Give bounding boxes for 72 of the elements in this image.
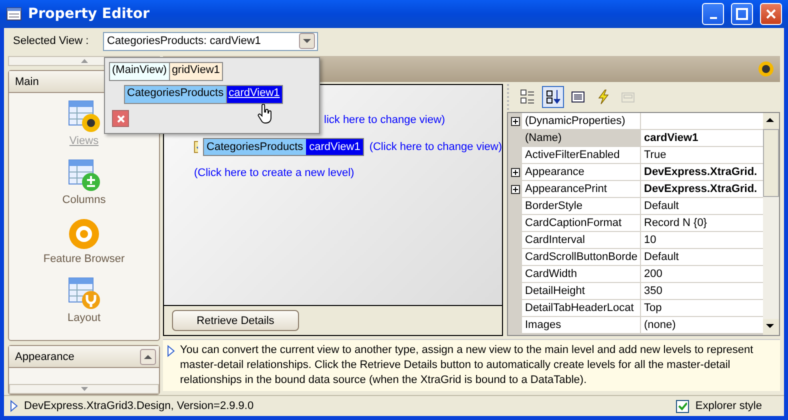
property-name[interactable]: ActiveFilterEnabled [522, 147, 641, 163]
property-value: cardView1 [641, 130, 763, 146]
minimize-icon [710, 17, 716, 19]
change-view-link[interactable]: (Click here to change view) [369, 140, 502, 152]
explorer-style-checkbox[interactable] [676, 400, 690, 412]
property-value: True [641, 147, 763, 163]
maximize-button[interactable] [731, 3, 753, 25]
property-value: 10 [641, 232, 763, 248]
view-cell[interactable]: cardView1 [306, 138, 364, 154]
sort-alphabetical-icon[interactable] [542, 86, 564, 108]
property-value: Top [641, 300, 763, 316]
change-view-link[interactable]: lick here to change view) [324, 114, 446, 126]
property-name[interactable]: DetailTabHeaderLocat [522, 300, 641, 316]
grid-eye-icon[interactable] [67, 99, 101, 133]
hand-cursor-icon [257, 104, 273, 124]
property-value: 200 [641, 266, 763, 282]
retrieve-details-button[interactable]: Retrieve Details [172, 310, 299, 331]
status-text: DevExpress.XtraGrid3.Design, Version=2.9.9.0 [24, 400, 254, 412]
expand-icon[interactable] [510, 184, 520, 194]
minimize-button[interactable] [702, 3, 724, 25]
view-option[interactable]: gridView1 [170, 62, 223, 81]
view-option[interactable]: CategoriesProducts [124, 85, 227, 104]
view-option[interactable]: cardView1 [226, 85, 283, 104]
property-name[interactable]: Appearance [522, 164, 641, 180]
description-text: You can convert the current view to another type, assign a new view to the main level and add new levels to represent master-detail relationships. Click the Retrieve Details button to automatically create levels for all the master-detail relationships in the bound data source (when the XtraGrid is bound to a DataTable). [180, 343, 754, 388]
close-icon [765, 8, 777, 20]
selected-view-dropdown[interactable]: CategoriesProducts: cardView1 [103, 32, 318, 50]
close-button[interactable] [112, 110, 129, 127]
property-value: (none) [641, 317, 763, 333]
window-title: Property Editor [28, 6, 150, 22]
scroll-up-icon[interactable] [763, 113, 779, 129]
vertical-scrollbar[interactable] [763, 113, 779, 335]
view-option[interactable]: (MainView) [109, 62, 170, 81]
window-icon [6, 6, 22, 22]
nav-item-label[interactable]: Columns [62, 194, 106, 206]
relation-cell[interactable]: CategoriesProducts [204, 138, 306, 154]
property-value: 350 [641, 283, 763, 299]
property-name[interactable]: CardInterval [522, 232, 641, 248]
scroll-down-icon[interactable] [763, 319, 779, 335]
property-name[interactable]: Images [522, 317, 641, 333]
property-value: Record N {0} [641, 215, 763, 231]
property-name[interactable]: DetailHeight [522, 283, 641, 299]
property-name[interactable]: CardWidth [522, 266, 641, 282]
create-level-link[interactable]: (Click here to create a new level) [194, 167, 354, 179]
eye-icon [758, 61, 774, 77]
maximize-icon [736, 8, 748, 20]
scrollbar-thumb[interactable] [763, 129, 779, 197]
property-name[interactable]: CardCaptionFormat [522, 215, 641, 231]
collapse-button-icon[interactable] [140, 348, 156, 364]
play-icon [10, 400, 18, 412]
property-value: Default [641, 249, 763, 265]
selected-view-label: Selected View : [13, 35, 90, 47]
property-value: DevExpress.XtraGrid. [641, 164, 763, 180]
nav-item-label[interactable]: Layout [67, 312, 101, 324]
grid-plus-icon[interactable] [67, 158, 101, 192]
expand-icon[interactable] [510, 116, 520, 126]
grid-wrench-icon[interactable] [67, 276, 101, 310]
checklist-icon [194, 140, 198, 152]
close-icon [116, 114, 124, 122]
value-cell[interactable] [641, 113, 763, 129]
arrow-down-icon [80, 387, 88, 391]
property-name[interactable]: BorderStyle [522, 198, 641, 214]
explorer-style-label: Explorer style [695, 400, 762, 412]
property-value: Default [641, 198, 763, 214]
expand-icon[interactable] [510, 168, 520, 176]
property-name[interactable]: CardScrollButtonBorde [522, 249, 641, 265]
arrow-up-icon [80, 59, 88, 63]
property-value: DevExpress.XtraGrid. [641, 181, 763, 197]
nav-item-label[interactable]: Feature Browser [43, 253, 125, 265]
property-name[interactable]: (DynamicProperties) [522, 113, 641, 129]
property-name[interactable]: AppearancePrint [522, 181, 641, 197]
play-icon [167, 345, 175, 357]
